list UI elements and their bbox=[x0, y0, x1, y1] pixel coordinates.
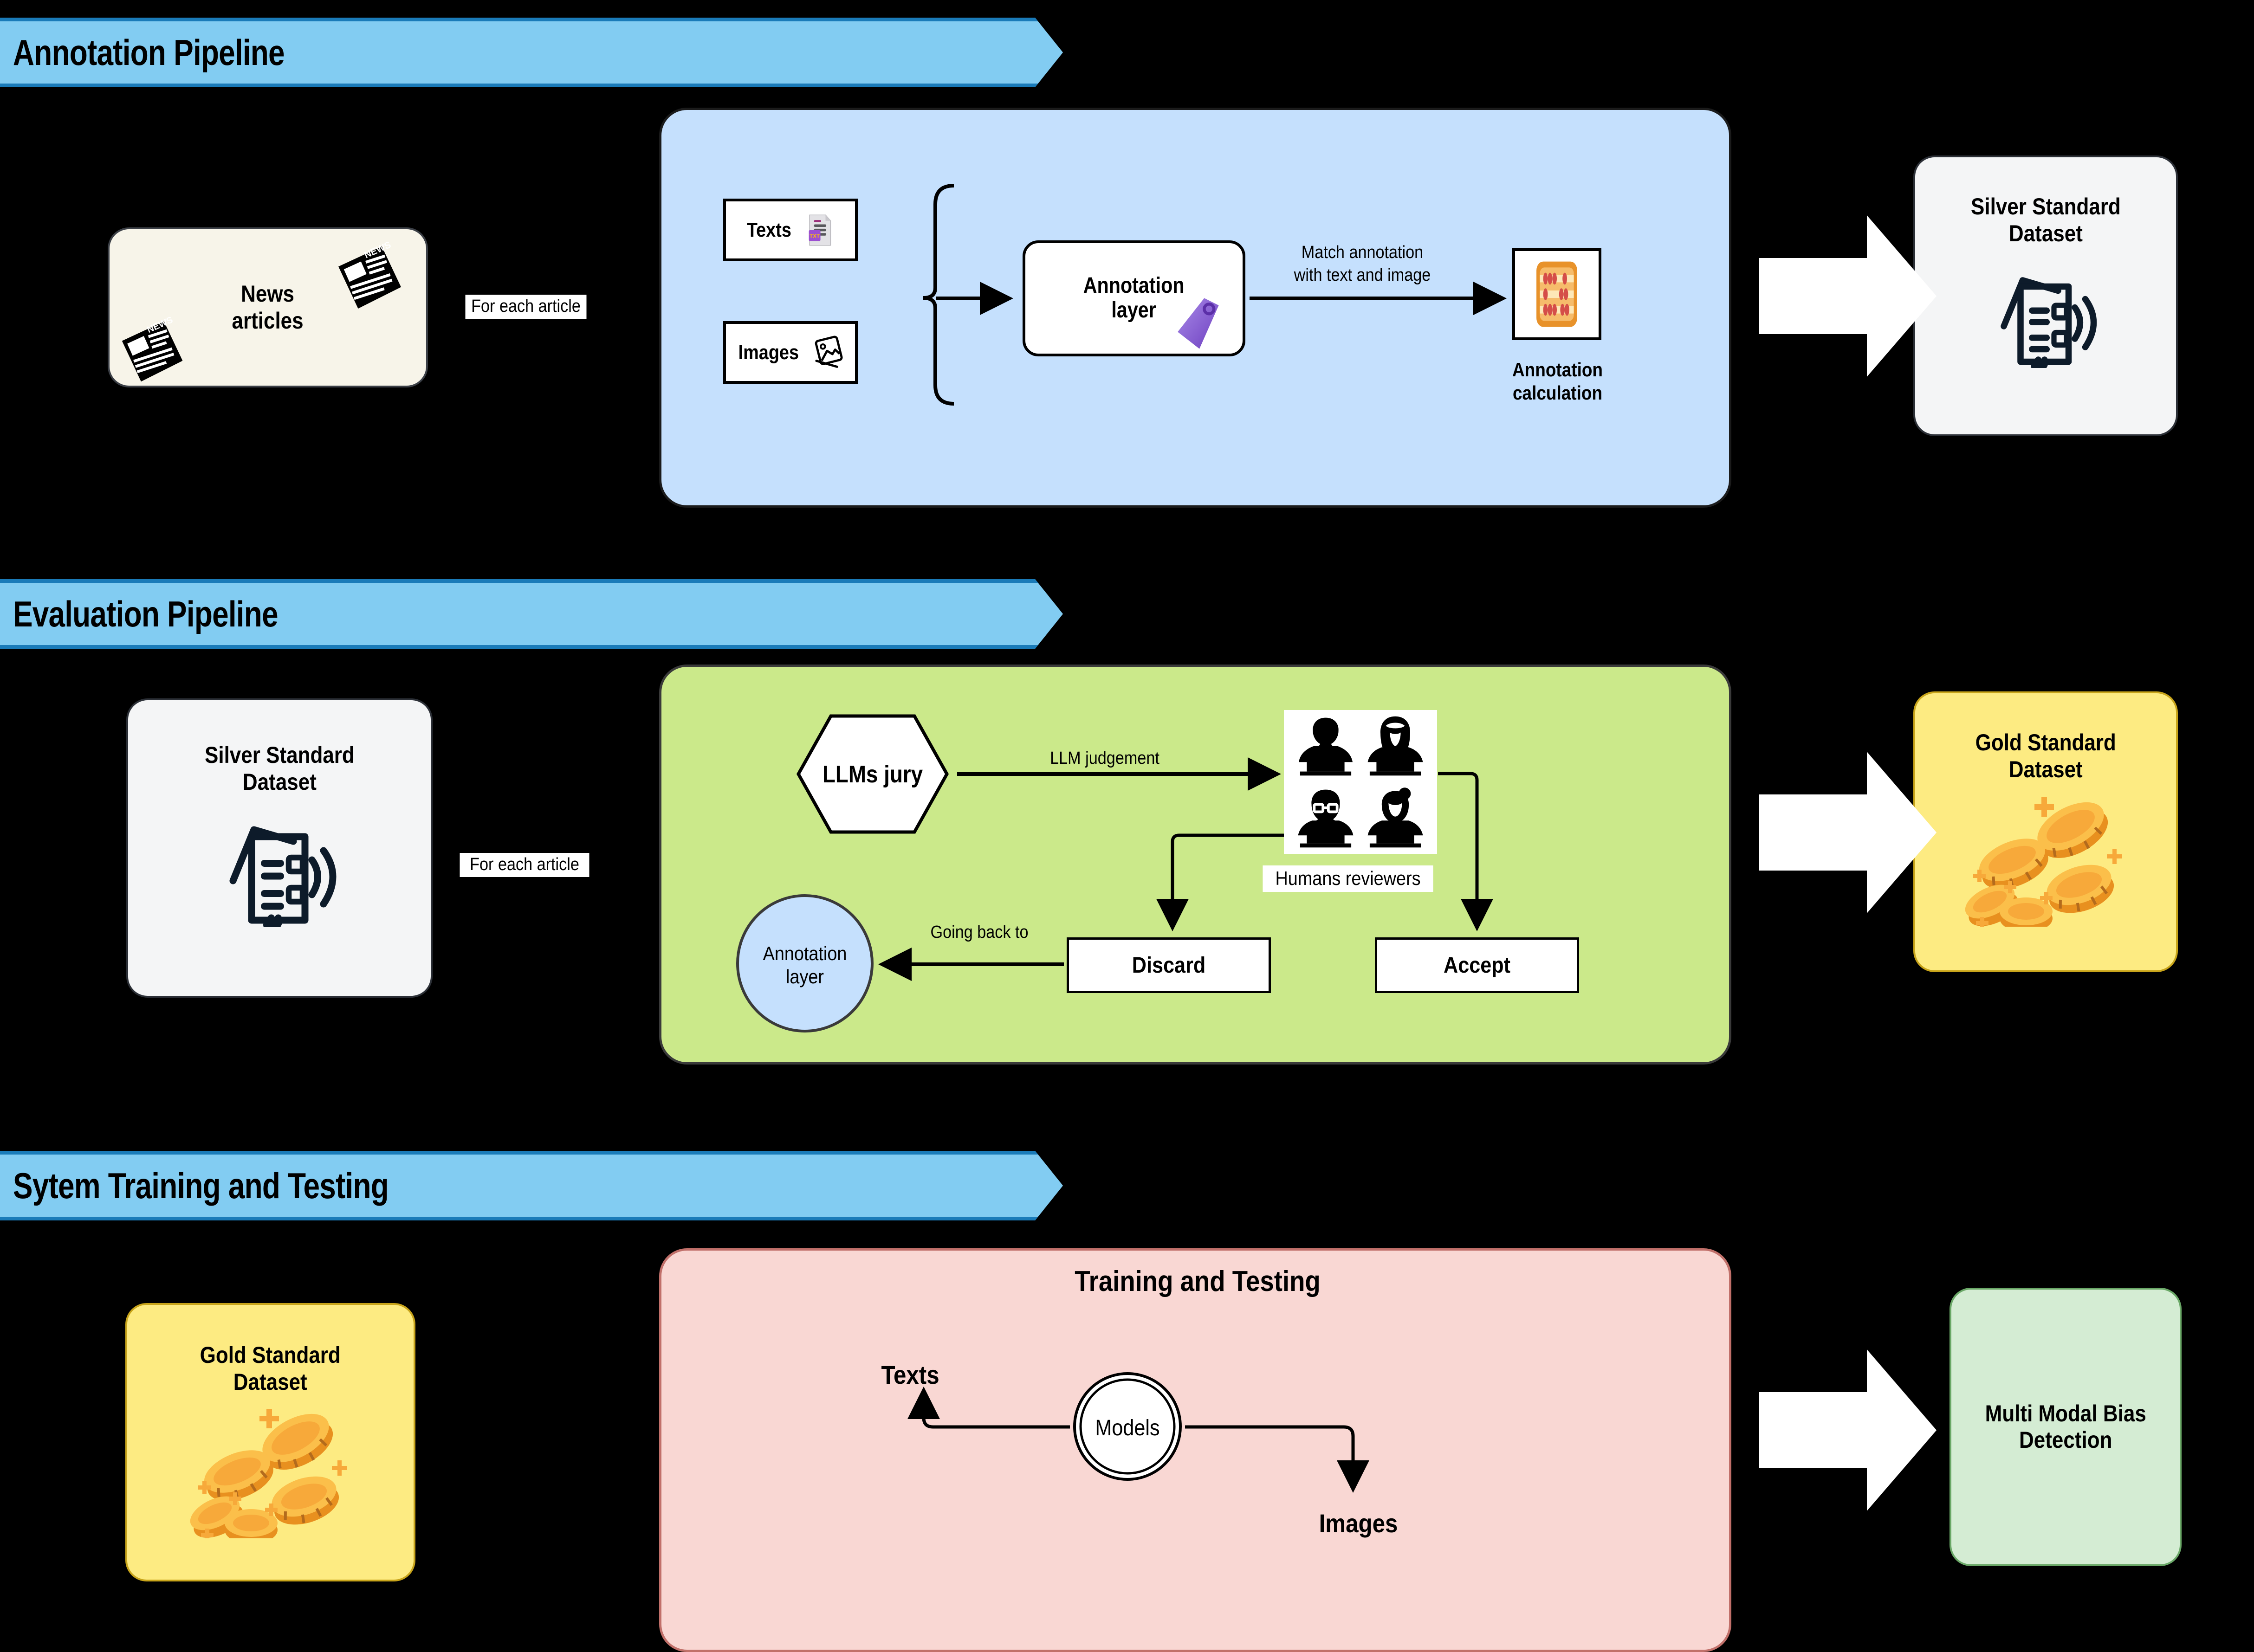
banner-evaluation-pipeline: Evaluation Pipeline bbox=[0, 579, 1063, 649]
gold-standard-label: Gold Standard Dataset bbox=[1975, 729, 2116, 782]
images-label: Images bbox=[738, 341, 799, 364]
gold-coins-icon bbox=[1957, 787, 2134, 927]
silver-standard-label: Silver Standard Dataset bbox=[204, 742, 355, 795]
models-label: Models bbox=[1095, 1416, 1160, 1440]
news-articles-box[interactable]: News articles bbox=[108, 227, 428, 387]
gold-standard-dataset-box-left[interactable]: Gold Standard Dataset bbox=[125, 1303, 415, 1581]
images-box[interactable]: Images bbox=[723, 321, 858, 384]
newspaper-icon bbox=[332, 241, 409, 313]
annotation-layer-circle[interactable]: Annotation layer bbox=[735, 894, 874, 1033]
going-back-to-label: Going back to bbox=[930, 923, 1029, 942]
texts-box[interactable]: Texts bbox=[723, 199, 858, 261]
tag-icon bbox=[1161, 293, 1226, 354]
silver-standard-dataset-box-top[interactable]: Silver Standard Dataset bbox=[1913, 155, 2178, 436]
llms-jury-node[interactable]: LLMs jury bbox=[789, 711, 956, 837]
training-and-testing-panel bbox=[659, 1248, 1731, 1652]
block-arrow-to-silver-standard bbox=[1759, 215, 1937, 377]
gold-standard-dataset-box-right[interactable]: Gold Standard Dataset bbox=[1913, 691, 2178, 972]
newspaper-icon bbox=[116, 316, 190, 386]
discard-box[interactable]: Discard bbox=[1067, 937, 1271, 993]
silver-standard-label: Silver Standard Dataset bbox=[1970, 194, 2121, 246]
for-each-article-label-annotation: For each article bbox=[465, 295, 587, 319]
block-arrow-to-bias-detection bbox=[1759, 1349, 1937, 1511]
gold-standard-label: Gold Standard Dataset bbox=[200, 1342, 341, 1395]
models-node[interactable]: Models bbox=[1072, 1371, 1183, 1482]
accept-box[interactable]: Accept bbox=[1375, 937, 1579, 993]
texts-output-label: Texts bbox=[881, 1360, 939, 1389]
llm-judgement-label: LLM judgement bbox=[1050, 749, 1159, 768]
people-at-laptops-icon bbox=[1291, 784, 1360, 852]
annotation-calculation-box[interactable] bbox=[1512, 248, 1601, 340]
accept-label: Accept bbox=[1443, 953, 1511, 978]
images-output-label: Images bbox=[1319, 1509, 1398, 1538]
people-at-laptops-icon bbox=[1360, 712, 1430, 780]
people-at-laptops-icon bbox=[1291, 712, 1360, 780]
banner-label: Sytem Training and Testing bbox=[13, 1165, 389, 1206]
banner-system-training-and-testing: Sytem Training and Testing bbox=[0, 1151, 1063, 1220]
picture-icon bbox=[810, 334, 848, 371]
block-arrow-to-gold-standard bbox=[1759, 752, 1937, 913]
annotation-layer-box[interactable]: Annotation layer bbox=[1023, 240, 1245, 356]
document-signal-icon bbox=[1983, 264, 2108, 368]
llms-jury-label: LLMs jury bbox=[822, 761, 923, 788]
multi-modal-bias-detection-label: Multi Modal Bias Detection bbox=[1985, 1400, 2146, 1453]
humans-reviewers-caption: Humans reviewers bbox=[1263, 865, 1433, 892]
document-signal-icon bbox=[210, 811, 349, 927]
match-annotation-label: Match annotation with text and image bbox=[1294, 243, 1431, 285]
banner-label: Evaluation Pipeline bbox=[13, 593, 278, 634]
news-articles-label: News articles bbox=[232, 281, 304, 334]
multi-modal-bias-detection-box[interactable]: Multi Modal Bias Detection bbox=[1950, 1288, 2182, 1566]
annotation-layer-circle-label: Annotation layer bbox=[763, 942, 847, 988]
discard-label: Discard bbox=[1132, 953, 1206, 978]
gold-coins-icon bbox=[178, 1399, 363, 1538]
banner-annotation-pipeline: Annotation Pipeline bbox=[0, 18, 1063, 87]
humans-reviewers-panel[interactable] bbox=[1284, 710, 1437, 854]
annotation-calculation-caption: Annotation calculation bbox=[1512, 359, 1603, 404]
banner-label: Annotation Pipeline bbox=[13, 32, 285, 73]
people-at-laptops-icon bbox=[1360, 784, 1430, 852]
training-and-testing-title: Training and Testing bbox=[1075, 1265, 1321, 1297]
text-file-icon bbox=[802, 212, 838, 248]
abacus-icon bbox=[1529, 257, 1585, 331]
for-each-article-label-evaluation: For each article bbox=[460, 853, 589, 877]
texts-label: Texts bbox=[746, 218, 792, 241]
silver-standard-dataset-box-left[interactable]: Silver Standard Dataset bbox=[126, 698, 433, 998]
